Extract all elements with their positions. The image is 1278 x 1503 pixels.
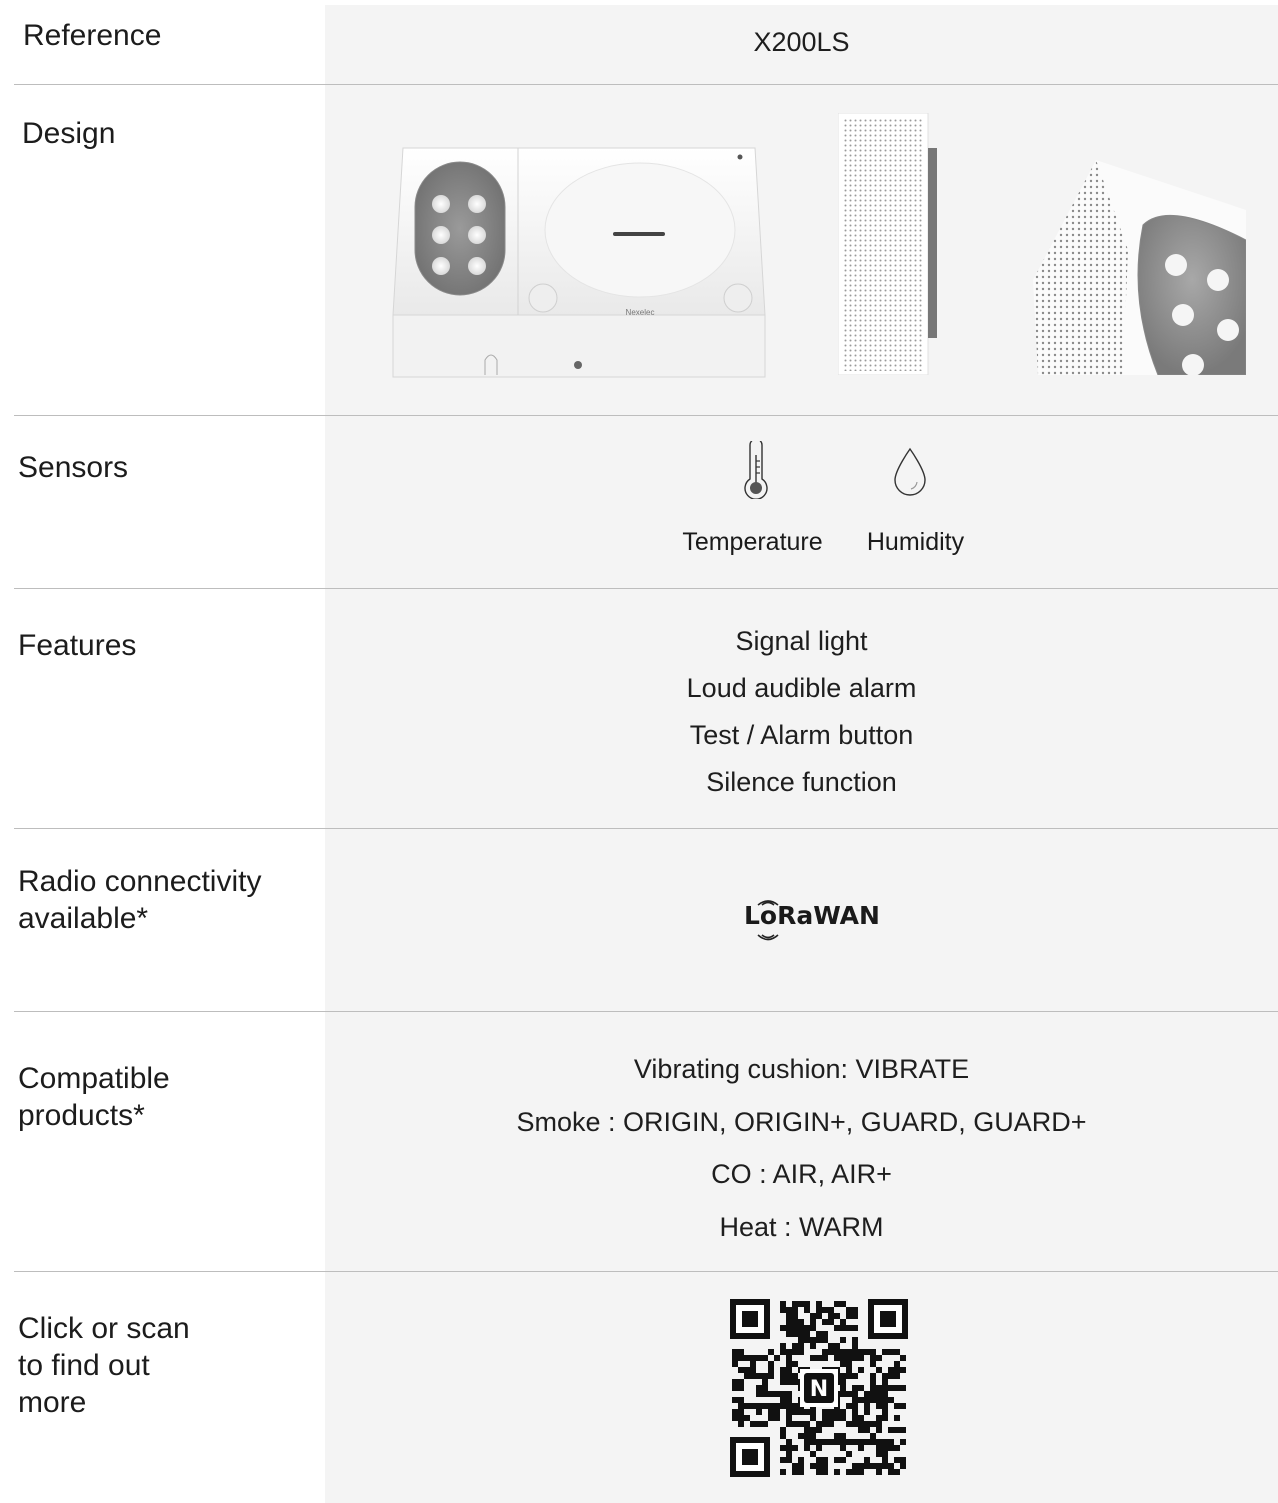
row-features: Features Signal light Loud audible alarm…	[0, 589, 1278, 828]
features-label: Features	[18, 629, 137, 662]
sensor-temperature-label: Temperature	[682, 528, 823, 556]
compatible-label: Compatible products*	[18, 1060, 170, 1134]
sensors-label: Sensors	[18, 451, 129, 484]
radio-label-line: Radio connectivity	[18, 865, 262, 898]
radio-label: Radio connectivity available*	[18, 863, 261, 937]
qr-label-line: to find out	[18, 1349, 150, 1382]
signal-waves-icon	[757, 900, 779, 906]
signal-waves-icon	[757, 934, 779, 941]
row-qr: Click or scan to find out more N	[0, 1272, 1278, 1503]
lorawan-logo: LoRaWAN	[744, 900, 880, 941]
sensor-humidity-label: Humidity	[866, 528, 965, 556]
compatible-item: CO : AIR, AIR+	[711, 1159, 892, 1189]
qr-label-line: more	[18, 1386, 87, 1419]
product-side-image	[838, 113, 937, 375]
qr-code[interactable]: N	[730, 1299, 908, 1477]
design-label: Design	[22, 117, 116, 150]
compatible-label-line: products*	[18, 1099, 145, 1132]
row-compatible: Compatible products* Vibrating cushion: …	[0, 1012, 1278, 1271]
feature-item: Test / Alarm button	[689, 720, 914, 750]
compatible-products-list: Vibrating cushion: VIBRATE Smoke : ORIGI…	[325, 1043, 1278, 1253]
droplet-icon	[894, 447, 926, 496]
svg-text:Nexelec: Nexelec	[626, 308, 655, 317]
compatible-item: Heat : WARM	[719, 1211, 884, 1242]
feature-item: Silence function	[706, 767, 897, 797]
features-list: Signal light Loud audible alarm Test / A…	[325, 618, 1278, 806]
qr-label: Click or scan to find out more	[18, 1310, 190, 1421]
reference-label: Reference	[23, 19, 162, 52]
feature-item: Loud audible alarm	[686, 673, 917, 703]
product-front-image: Nexelec	[392, 147, 766, 378]
row-design: Design Nexelec	[0, 85, 1278, 415]
qr-center-letter: N	[810, 1377, 828, 1402]
product-closeup-image	[1033, 160, 1246, 375]
thermometer-icon	[744, 441, 768, 499]
feature-item: Signal light	[735, 626, 868, 656]
sensors-cell	[325, 416, 1278, 588]
qr-label-line: Click or scan	[18, 1312, 190, 1345]
compatible-item: Smoke : ORIGIN, ORIGIN+, GUARD, GUARD+	[516, 1106, 1087, 1137]
row-radio: Radio connectivity available* LoRaWAN	[0, 829, 1278, 1011]
row-reference: Reference X200LS	[0, 0, 1278, 85]
radio-label-line: available*	[18, 902, 149, 935]
compatible-label-line: Compatible	[18, 1062, 170, 1095]
row-sensors: Sensors Temperature Humidity	[0, 416, 1278, 588]
compatible-item: Vibrating cushion: VIBRATE	[633, 1054, 970, 1084]
reference-value: X200LS	[753, 27, 850, 57]
